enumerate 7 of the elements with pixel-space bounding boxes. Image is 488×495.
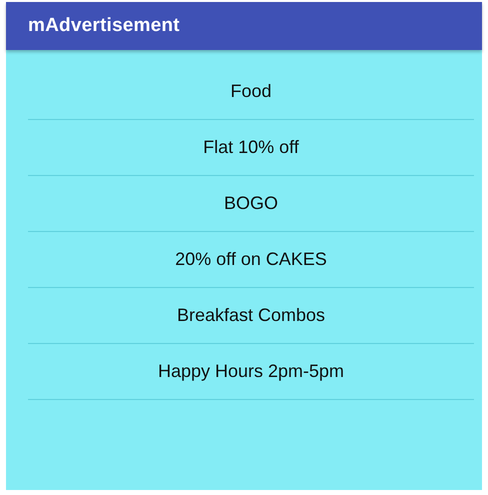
app-title: mAdvertisement <box>28 15 180 37</box>
list-item[interactable]: Happy Hours 2pm-5pm <box>158 361 344 382</box>
list-item[interactable]: Breakfast Combos <box>176 305 326 326</box>
list-item[interactable]: Flat 10% off <box>203 137 299 158</box>
list-item[interactable]: 20% off on CAKES <box>175 249 327 270</box>
list-item[interactable]: Food <box>230 81 272 102</box>
list-item[interactable]: BOGO <box>224 193 278 214</box>
